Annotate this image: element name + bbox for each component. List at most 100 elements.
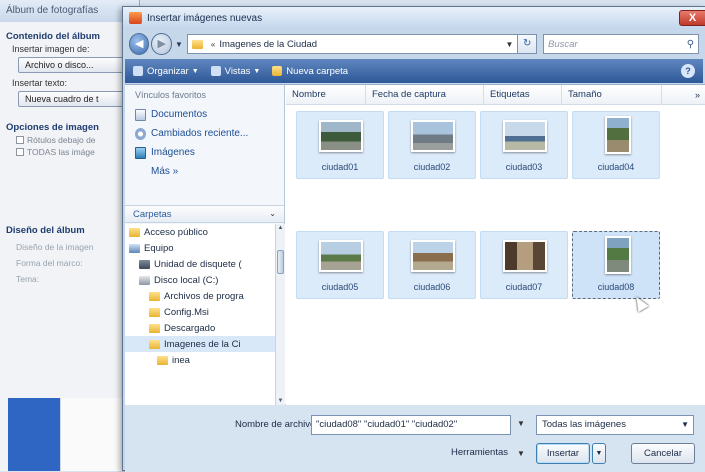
back-arrow-icon[interactable]: ◀ bbox=[129, 33, 150, 55]
file-thumbnail[interactable]: ciudad02 bbox=[388, 111, 476, 179]
file-thumbnail[interactable]: ciudad07 bbox=[480, 231, 568, 299]
folder-icon bbox=[149, 307, 160, 317]
captions-checkbox-label: Rótulos debajo de bbox=[27, 135, 96, 145]
favorites-more-link[interactable]: Más » bbox=[125, 162, 284, 181]
column-name[interactable]: Nombre bbox=[286, 84, 366, 105]
folder-tree-label: Acceso público bbox=[144, 226, 208, 238]
photo-thumbnail-image bbox=[605, 116, 631, 154]
photo-thumbnail-image bbox=[319, 120, 363, 152]
address-bar[interactable]: « Imagenes de la Ciudad ▼ bbox=[186, 34, 519, 54]
folder-tree-label: Imagenes de la Ci bbox=[164, 338, 241, 350]
address-dropdown-icon[interactable]: ▼ bbox=[506, 40, 514, 49]
folder-tree-item[interactable]: Descargado bbox=[125, 320, 275, 336]
cancel-button[interactable]: Cancelar bbox=[631, 443, 695, 464]
scroll-down-icon[interactable]: ▼ bbox=[276, 398, 285, 404]
navigation-pane: Vínculos favoritos Documentos Cambiados … bbox=[125, 85, 285, 405]
documents-icon bbox=[135, 108, 146, 121]
image-options-heading: Opciones de imagen bbox=[6, 122, 99, 133]
column-size[interactable]: Tamaño bbox=[562, 84, 662, 105]
folder-tree-item[interactable]: Acceso público bbox=[125, 224, 275, 240]
scroll-up-icon[interactable]: ▲ bbox=[276, 225, 285, 231]
close-button[interactable]: X bbox=[679, 10, 705, 26]
insert-button[interactable]: Insertar bbox=[536, 443, 590, 464]
more-columns-icon[interactable]: » bbox=[689, 85, 705, 105]
folder-tree-label: Descargado bbox=[164, 322, 216, 334]
scroll-thumb[interactable] bbox=[277, 250, 284, 274]
folder-tree-label: Unidad de disquete ( bbox=[154, 258, 242, 270]
file-thumbnail[interactable]: ciudad06 bbox=[388, 231, 476, 299]
folders-toggle[interactable]: Carpetas ⌄ bbox=[125, 205, 284, 223]
captions-checkbox[interactable]: Rótulos debajo de bbox=[6, 135, 133, 145]
preview-area bbox=[60, 398, 128, 471]
forward-arrow-icon[interactable]: ▶ bbox=[151, 33, 172, 55]
folder-tree-item[interactable]: Config.Msi bbox=[125, 304, 275, 320]
views-button[interactable]: Vistas ▼ bbox=[210, 65, 260, 77]
column-date-taken[interactable]: Fecha de captura bbox=[366, 84, 484, 105]
new-folder-label: Nueva carpeta bbox=[286, 65, 349, 77]
folder-tree-item[interactable]: Disco local (C:) bbox=[125, 272, 275, 288]
tools-dropdown-icon[interactable]: ▼ bbox=[517, 449, 525, 458]
photo-thumbnail-image bbox=[319, 240, 363, 272]
album-layout-heading: Diseño del álbum bbox=[6, 225, 85, 236]
favorite-recent[interactable]: Cambiados reciente... bbox=[125, 124, 284, 143]
folder-tree-scrollbar[interactable]: ▲ ▼ bbox=[275, 224, 285, 405]
folder-tree-item[interactable]: Imagenes de la Ci bbox=[125, 336, 275, 352]
search-input[interactable]: Buscar ⚲ bbox=[543, 34, 700, 54]
file-type-select[interactable]: Todas las imágenes ▼ bbox=[536, 415, 694, 435]
folder-tree-item[interactable]: inea bbox=[125, 352, 275, 368]
filename-dropdown-icon[interactable]: ▼ bbox=[517, 419, 525, 428]
search-icon[interactable]: ⚲ bbox=[687, 39, 694, 50]
breadcrumb-separator: « bbox=[210, 39, 216, 49]
file-disk-button[interactable]: Archivo o disco... bbox=[18, 57, 136, 73]
file-name-label: ciudad05 bbox=[321, 282, 359, 292]
history-dropdown-icon[interactable]: ▼ bbox=[175, 40, 183, 49]
tools-label[interactable]: Herramientas bbox=[451, 447, 508, 458]
new-text-box-button[interactable]: Nueva cuadro de t bbox=[18, 91, 136, 107]
photo-thumbnail-image bbox=[605, 236, 631, 274]
file-name-label: ciudad07 bbox=[505, 282, 543, 292]
insert-options-dropdown[interactable]: ▼ bbox=[592, 443, 606, 464]
column-tags[interactable]: Etiquetas bbox=[484, 84, 562, 105]
thumbnail-grid: ciudad01 ciudad02 ciudad03 ciudad04 ciudad05… bbox=[296, 111, 696, 351]
filename-input[interactable]: "ciudad08" "ciudad01" "ciudad02" bbox=[311, 415, 511, 435]
new-folder-button[interactable]: Nueva carpeta bbox=[272, 66, 348, 77]
organize-button[interactable]: Organizar ▼ bbox=[133, 66, 199, 77]
folder-tree-item[interactable]: Equipo bbox=[125, 240, 275, 256]
black-white-checkbox[interactable]: TODAS las imáge bbox=[6, 147, 133, 157]
file-thumbnail[interactable]: ciudad05 bbox=[296, 231, 384, 299]
photo-thumbnail-image bbox=[503, 240, 547, 272]
file-name-label: ciudad03 bbox=[505, 162, 543, 172]
folder-icon bbox=[149, 291, 160, 301]
filename-label: Nombre de archivo: bbox=[235, 419, 318, 430]
folder-icon bbox=[149, 323, 160, 333]
folder-icon bbox=[191, 39, 203, 49]
thumbnail-row: ciudad05 ciudad06 ciudad07 ciudad08 bbox=[296, 231, 696, 299]
favorite-recent-label: Cambiados reciente... bbox=[151, 128, 249, 139]
file-thumbnail[interactable]: ciudad08 bbox=[572, 231, 660, 299]
file-thumbnail[interactable]: ciudad04 bbox=[572, 111, 660, 179]
photo-thumbnail-image bbox=[411, 240, 455, 272]
file-thumbnail[interactable]: ciudad03 bbox=[480, 111, 568, 179]
folder-tree-item[interactable]: Archivos de progra bbox=[125, 288, 275, 304]
file-name-label: ciudad06 bbox=[413, 282, 451, 292]
chevron-down-icon: ⌄ bbox=[269, 209, 276, 218]
dialog-title: Insertar imágenes nuevas bbox=[147, 12, 263, 24]
file-list-pane: Nombre Fecha de captura Etiquetas Tamaño… bbox=[286, 84, 705, 405]
favorite-pictures-label: Imágenes bbox=[151, 147, 195, 158]
folder-tree-item[interactable]: Unidad de disquete ( bbox=[125, 256, 275, 272]
favorite-documents[interactable]: Documentos bbox=[125, 105, 284, 124]
refresh-icon[interactable]: ↻ bbox=[518, 34, 538, 54]
pictures-icon bbox=[135, 146, 146, 159]
favorite-pictures[interactable]: Imágenes bbox=[125, 143, 284, 162]
photo-thumbnail-image bbox=[503, 120, 547, 152]
folder-tree: Acceso público Equipo Unidad de disquete (… bbox=[125, 224, 275, 405]
file-thumbnail[interactable]: ciudad01 bbox=[296, 111, 384, 179]
breadcrumb-folder[interactable]: Imagenes de la Ciudad bbox=[219, 39, 317, 50]
help-icon[interactable]: ? bbox=[681, 64, 695, 78]
picture-layout-label: Diseño de la imagen bbox=[16, 242, 94, 252]
search-placeholder: Buscar bbox=[548, 38, 578, 50]
insert-pictures-dialog: Insertar imágenes nuevas X ◀ ▶ ▼ « Image… bbox=[122, 6, 705, 472]
file-name-label: ciudad01 bbox=[321, 162, 359, 172]
folder-tree-label: Equipo bbox=[144, 242, 174, 254]
views-label: Vistas bbox=[224, 65, 251, 77]
